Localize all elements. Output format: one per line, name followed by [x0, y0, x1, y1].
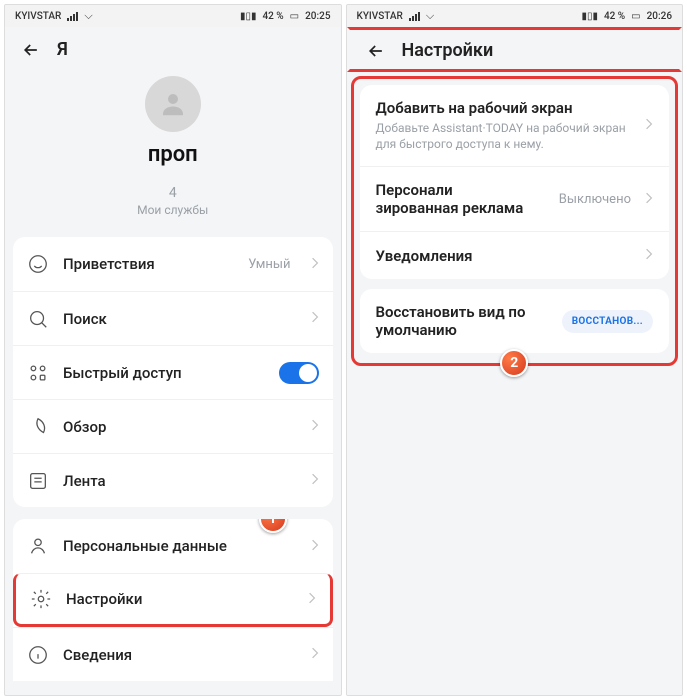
battery-pct: 42 %: [604, 11, 625, 22]
row-title: Персонали зированная реклама: [376, 181, 549, 217]
row-label: Сведения: [63, 646, 297, 664]
row-label: Обзор: [63, 418, 297, 436]
list-group-2: Персональные данные 1 Настройки Сведения: [13, 519, 333, 681]
carrier-label: KYIVSTAR: [357, 11, 403, 22]
wifi-icon: ⌵: [426, 9, 434, 23]
row-value: Выключено: [559, 192, 631, 207]
vibrate-icon: ▮▯▮: [581, 11, 598, 22]
row-value: Умный: [248, 257, 290, 272]
row-feed[interactable]: Лента: [13, 453, 333, 507]
page-title: Я: [57, 39, 68, 60]
row-add-home[interactable]: Добавить на рабочий экран Добавьте Assis…: [360, 85, 670, 166]
clock: 20:26: [647, 11, 672, 22]
chevron-right-icon: [311, 537, 319, 556]
chevron-right-icon: [311, 417, 319, 436]
status-bar: KYIVSTAR ⌵ ▮▯▮ 42 % ▭ 20:25: [5, 5, 341, 27]
restore-button[interactable]: ВОССТАНОВ...: [562, 310, 653, 333]
grid-icon: [27, 362, 49, 384]
carrier-label: KYIVSTAR: [15, 11, 61, 22]
status-bar: KYIVSTAR ⌵ ▮▯▮ 42 % ▭ 20:26: [347, 5, 683, 27]
settings-group-1: Добавить на рабочий экран Добавьте Assis…: [360, 85, 670, 279]
services-count[interactable]: 4: [169, 185, 177, 201]
header: Настройки: [347, 27, 683, 72]
profile-block: проп 4 Мои службы: [5, 68, 341, 237]
row-about[interactable]: Сведения: [13, 627, 333, 681]
row-title: Восстановить вид по умолчанию: [376, 303, 552, 339]
row-greetings[interactable]: Приветствия Умный: [13, 237, 333, 291]
gear-icon: [30, 588, 52, 610]
battery-icon: ▭: [631, 11, 640, 22]
username: проп: [148, 142, 198, 167]
wifi-icon: ⌵: [84, 9, 92, 23]
chevron-right-icon: [311, 309, 319, 328]
row-quick-access[interactable]: Быстрый доступ: [13, 345, 333, 399]
empty-area: [347, 370, 683, 695]
page-title: Настройки: [402, 40, 494, 61]
row-label: Поиск: [63, 310, 297, 328]
battery-icon: ▭: [290, 11, 299, 22]
avatar[interactable]: [145, 76, 201, 132]
list-group-1: Приветствия Умный Поиск Быстрый доступ О…: [13, 237, 333, 507]
row-label: Быстрый доступ: [63, 364, 265, 382]
row-title: Уведомления: [376, 247, 636, 265]
feed-icon: [27, 470, 49, 492]
row-label: Лента: [63, 472, 297, 490]
row-label: Персональные данные: [63, 537, 297, 555]
row-overview[interactable]: Обзор: [13, 399, 333, 453]
settings-group-2: Восстановить вид по умолчанию ВОССТАНОВ.…: [360, 289, 670, 353]
services-label: Мои службы: [137, 203, 208, 217]
info-icon: [27, 644, 49, 666]
row-subtitle: Добавьте Assistant·TODAY на рабочий экра…: [376, 120, 636, 152]
toggle-on[interactable]: [279, 362, 319, 384]
back-icon[interactable]: [21, 40, 41, 60]
row-personalized-ads[interactable]: Персонали зированная реклама Выключено: [360, 166, 670, 231]
vibrate-icon: ▮▯▮: [240, 11, 257, 22]
chevron-right-icon: [311, 255, 319, 274]
header: Я: [5, 27, 341, 68]
row-restore-default[interactable]: Восстановить вид по умолчанию ВОССТАНОВ.…: [360, 289, 670, 353]
row-label: Настройки: [66, 590, 294, 608]
row-personal-data[interactable]: Персональные данные 1: [13, 519, 333, 573]
chevron-right-icon: [308, 590, 316, 609]
phone-left: KYIVSTAR ⌵ ▮▯▮ 42 % ▭ 20:25 Я проп 4 Мои…: [4, 4, 342, 696]
row-settings[interactable]: Настройки: [13, 573, 333, 627]
search-icon: [27, 308, 49, 330]
signal-icon: [409, 12, 420, 21]
smile-icon: [27, 253, 49, 275]
clock: 20:25: [305, 11, 330, 22]
chevron-right-icon: [645, 246, 653, 265]
step-badge-2: 2: [500, 349, 528, 377]
back-icon[interactable]: [366, 41, 386, 61]
chevron-right-icon: [311, 471, 319, 490]
chevron-right-icon: [645, 190, 653, 209]
row-label: Приветствия: [63, 255, 234, 273]
highlight-box: Добавить на рабочий экран Добавьте Assis…: [351, 76, 679, 366]
row-title: Добавить на рабочий экран: [376, 99, 636, 117]
person-icon: [27, 535, 49, 557]
row-notifications[interactable]: Уведомления: [360, 231, 670, 279]
chevron-right-icon: [311, 645, 319, 664]
chevron-right-icon: [645, 116, 653, 135]
leaf-icon: [27, 416, 49, 438]
battery-pct: 42 %: [262, 11, 283, 22]
row-search[interactable]: Поиск: [13, 291, 333, 345]
signal-icon: [67, 12, 78, 21]
step-badge-1: 1: [259, 519, 287, 533]
phone-right: KYIVSTAR ⌵ ▮▯▮ 42 % ▭ 20:26 Настройки До…: [346, 4, 684, 696]
